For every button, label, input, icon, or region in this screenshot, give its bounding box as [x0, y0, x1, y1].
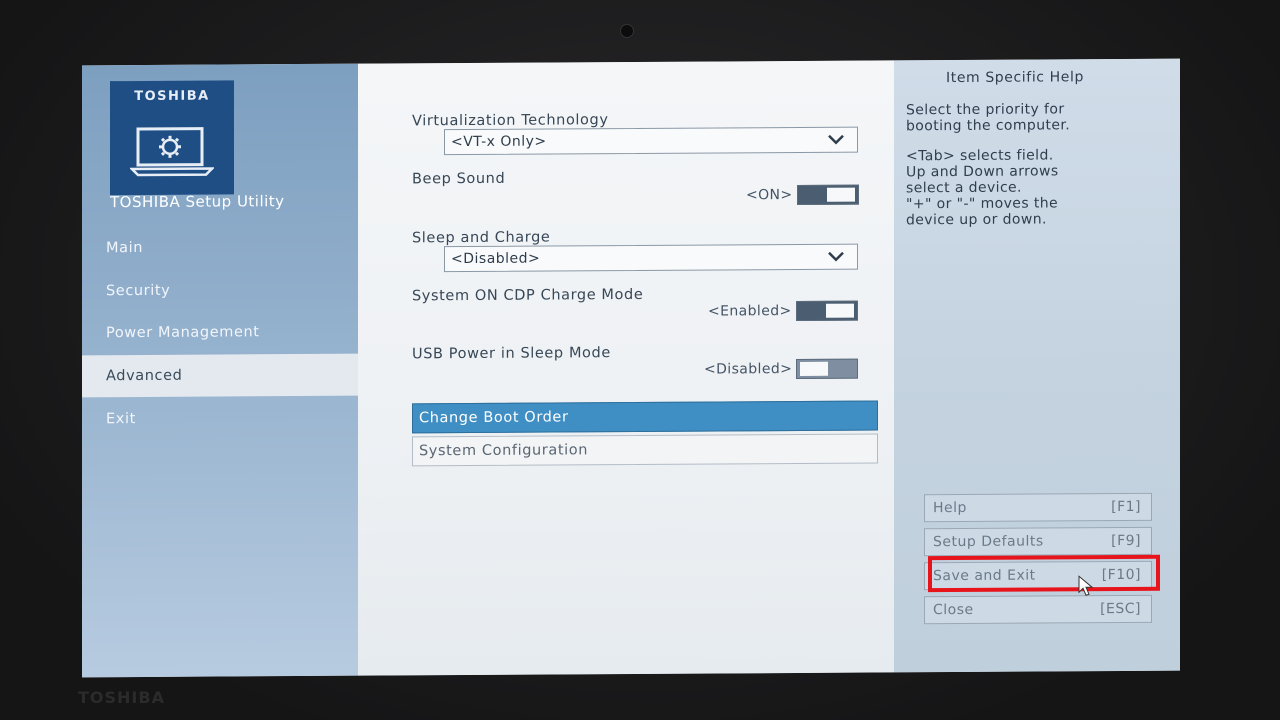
app-title: TOSHIBA Setup Utility: [110, 192, 285, 212]
sleep-charge-select[interactable]: <Disabled>: [444, 243, 858, 273]
help-button[interactable]: Help [F1]: [924, 492, 1152, 523]
beep-sound-row: <ON>: [746, 184, 859, 206]
laptop-gear-icon: [130, 127, 214, 177]
cdp-charge-label: System ON CDP Charge Mode: [412, 286, 644, 305]
toggle-knob: [826, 187, 855, 202]
sidebar-item-exit[interactable]: Exit: [82, 397, 358, 441]
webcam-icon: [620, 24, 634, 38]
usb-power-toggle[interactable]: [796, 358, 859, 379]
cdp-charge-row: <Enabled>: [708, 300, 858, 322]
sidebar-item-label: Advanced: [106, 367, 183, 385]
sidebar-item-label: Main: [106, 239, 144, 257]
sleep-charge-label: Sleep and Charge: [412, 229, 551, 247]
save-and-exit-button[interactable]: Save and Exit [F10]: [924, 560, 1152, 591]
change-boot-order-button[interactable]: Change Boot Order: [412, 400, 878, 434]
close-button[interactable]: Close [ESC]: [924, 594, 1152, 625]
close-button-key: [ESC]: [1100, 600, 1141, 618]
cdp-charge-value: <Enabled>: [708, 303, 792, 320]
usb-power-value: <Disabled>: [704, 361, 793, 378]
toshiba-logo: TOSHIBA: [110, 80, 234, 196]
help-title: Item Specific Help: [946, 69, 1084, 87]
help-button-key: [F1]: [1111, 498, 1141, 516]
sidebar: TOSHIBA TOSHIBA Setup Utility Main Secur…: [82, 63, 358, 678]
sidebar-item-power-management[interactable]: Power Management: [82, 311, 358, 355]
help-button-label: Help: [933, 499, 967, 517]
bezel-brand-label: TOSHIBA: [78, 688, 165, 707]
toggle-knob: [825, 303, 854, 318]
sidebar-item-main[interactable]: Main: [82, 226, 358, 270]
mouse-cursor-icon: [1078, 575, 1094, 596]
system-configuration-label: System Configuration: [419, 442, 589, 460]
help-description: Select the priority for booting the comp…: [906, 101, 1071, 135]
sleep-charge-value: <Disabled>: [451, 250, 541, 268]
sidebar-item-label: Power Management: [106, 324, 260, 342]
virtualization-label: Virtualization Technology: [412, 112, 609, 130]
virtualization-select[interactable]: <VT-x Only>: [444, 126, 858, 156]
virtualization-value: <VT-x Only>: [451, 133, 547, 151]
cdp-charge-toggle[interactable]: [795, 300, 858, 321]
chevron-down-icon: [828, 134, 844, 145]
save-and-exit-label: Save and Exit: [933, 567, 1036, 585]
beep-sound-label: Beep Sound: [412, 170, 506, 188]
sidebar-item-label: Security: [106, 282, 171, 300]
setup-defaults-button[interactable]: Setup Defaults [F9]: [924, 526, 1152, 557]
sidebar-item-advanced[interactable]: Advanced: [82, 353, 358, 398]
help-panel: Item Specific Help Select the priority f…: [894, 58, 1180, 673]
setup-defaults-label: Setup Defaults: [933, 533, 1044, 551]
usb-power-label: USB Power in Sleep Mode: [412, 345, 611, 363]
help-instructions: <Tab> selects field. Up and Down arrows …: [906, 147, 1059, 229]
beep-sound-value: <ON>: [746, 187, 793, 204]
settings-panel: Virtualization Technology <VT-x Only> Be…: [358, 60, 894, 676]
logo-text: TOSHIBA: [134, 88, 210, 105]
change-boot-order-label: Change Boot Order: [419, 409, 569, 427]
system-configuration-button[interactable]: System Configuration: [412, 433, 878, 467]
bios-screen: TOSHIBA TOSHIBA Setup Utility Main Secur…: [82, 58, 1180, 678]
setup-defaults-key: [F9]: [1111, 532, 1141, 550]
beep-sound-toggle[interactable]: [796, 184, 859, 205]
chevron-down-icon: [828, 251, 844, 262]
save-and-exit-key: [F10]: [1101, 566, 1141, 584]
close-button-label: Close: [933, 601, 974, 619]
sidebar-item-label: Exit: [106, 411, 136, 428]
toggle-knob: [800, 361, 829, 376]
sidebar-item-security[interactable]: Security: [82, 269, 358, 313]
usb-power-row: <Disabled>: [704, 358, 859, 380]
